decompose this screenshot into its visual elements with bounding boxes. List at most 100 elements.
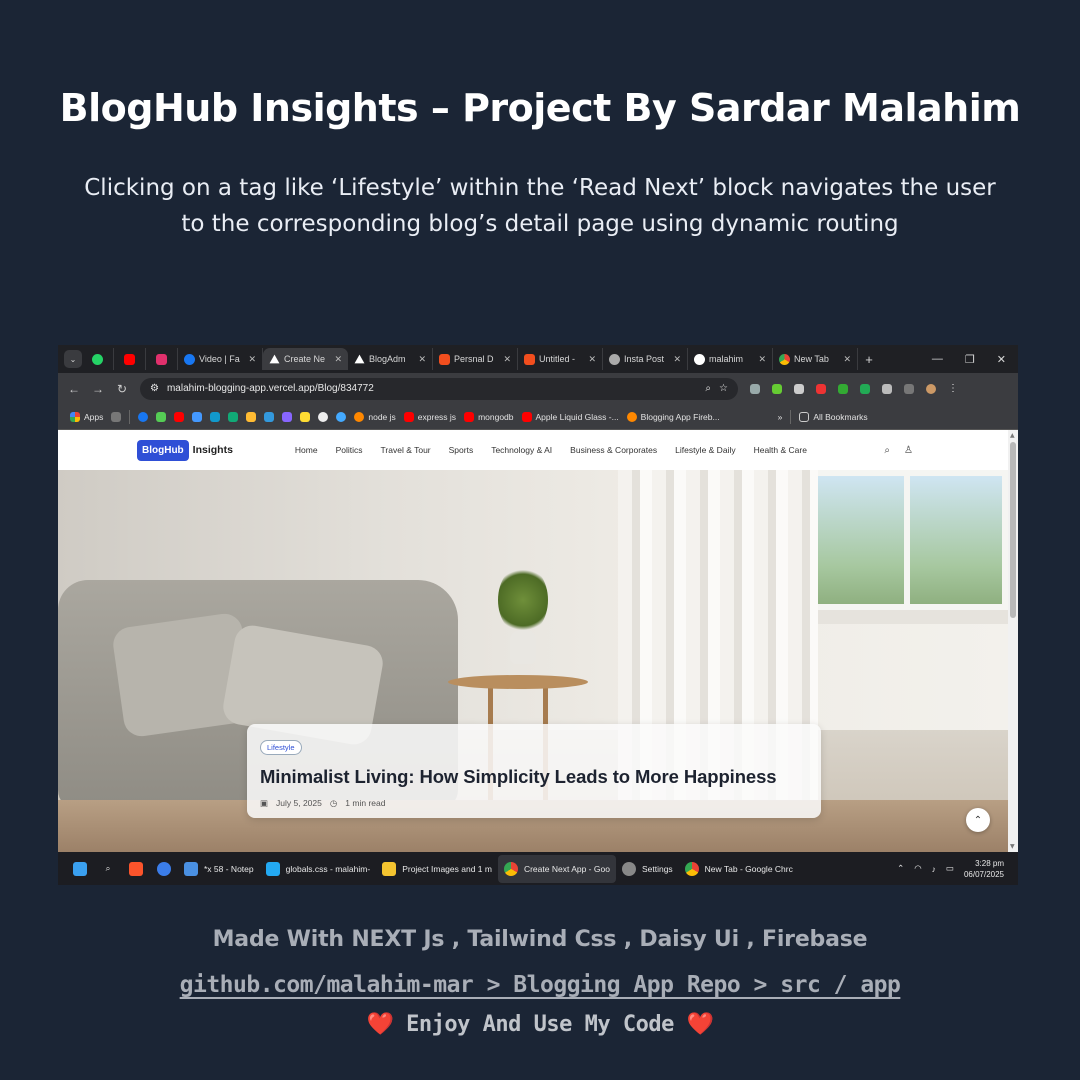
lifestyle-tag[interactable]: Lifestyle [260,740,302,755]
close-icon[interactable]: ✕ [843,354,851,365]
more-menu-icon[interactable]: ⋮ [948,383,958,394]
zoom-icon[interactable]: ⌕ [705,383,711,394]
close-icon[interactable]: ✕ [673,354,681,365]
bookmarks-overflow-icon[interactable]: » [778,412,783,422]
sheets-bookmark-icon[interactable] [228,411,239,422]
taskbar-item-active[interactable]: Create Next App - Goo [497,854,616,883]
whatsapp-icon [92,353,103,365]
meet-bookmark-icon[interactable] [264,411,275,422]
youtube-bookmark-icon[interactable] [174,411,185,422]
nav-technology[interactable]: Technology & AI [491,445,552,455]
bookmark-apps[interactable]: Apps [70,411,103,422]
drive-bookmark-icon[interactable] [192,411,203,422]
ublock-extension-icon[interactable] [816,383,826,394]
tab-new-tab[interactable]: New Tab ✕ [773,348,858,370]
minimize-icon[interactable]: — [932,353,943,366]
tab-instagram[interactable] [146,348,178,370]
nav-travel[interactable]: Travel & Tour [381,445,431,455]
reload-icon[interactable]: ↻ [110,382,134,396]
clock[interactable]: 3:28 pm 06/07/2025 [964,858,1004,880]
close-icon[interactable]: ✕ [758,354,766,365]
screenshot-extension-icon[interactable] [750,383,760,394]
volume-icon[interactable]: ♪ [932,864,936,874]
bookmark-item[interactable]: express js [403,411,456,422]
post-title[interactable]: Minimalist Living: How Simplicity Leads … [260,766,808,788]
close-icon[interactable]: ✕ [334,354,342,365]
bookmark-item[interactable]: Blogging App Fireb... [626,411,720,422]
bookmark-star-icon[interactable]: ☆ [719,383,728,394]
tab-insta-post[interactable]: Insta Post ✕ [603,348,688,370]
user-icon[interactable]: ♙ [904,445,913,456]
download-extension-icon[interactable] [838,383,848,394]
tab-whatsapp[interactable] [82,348,114,370]
restore-icon[interactable]: ❐ [965,353,975,366]
close-window-icon[interactable]: ✕ [997,353,1006,366]
taskbar-item[interactable]: Settings [616,855,679,883]
brave-icon[interactable] [122,855,150,883]
search-icon[interactable]: ⌕ [884,445,890,456]
circle-bookmark-icon[interactable] [336,411,347,422]
battery-icon[interactable]: ▭ [946,863,954,874]
hero-post-card[interactable]: Lifestyle Minimalist Living: How Simplic… [247,724,821,818]
profile-avatar-icon[interactable] [926,383,936,394]
tab-youtube[interactable] [114,348,146,370]
wave-bookmark-icon[interactable] [282,411,293,422]
cart-extension-icon[interactable] [772,383,782,394]
repo-path[interactable]: github.com/malahim-mar > Blogging App Re… [0,972,1080,998]
android-extension-icon[interactable] [860,383,870,394]
app-icon[interactable] [150,855,178,883]
new-tab-plus-icon[interactable]: + [858,352,880,367]
keep-bookmark-icon[interactable] [246,411,257,422]
taskbar-item[interactable]: New Tab - Google Chrc [679,855,799,883]
page-scrollbar[interactable]: ▲ ▼ [1008,430,1018,852]
taskbar-label: globals.css - malahim- [285,863,371,874]
close-icon[interactable]: ✕ [588,354,596,365]
tab-create-next-app[interactable]: Create Ne ✕ [263,348,348,370]
tab-video[interactable]: Video | Fa ✕ [178,348,263,370]
taskbar-item[interactable]: globals.css - malahim- [260,855,377,883]
address-bar[interactable]: ⚙ malahim-blogging-app.vercel.app/Blog/8… [140,377,738,400]
tab-untitled[interactable]: Untitled - ✕ [518,348,603,370]
nav-home[interactable]: Home [295,445,318,455]
nav-lifestyle[interactable]: Lifestyle & Daily [675,445,735,455]
bookmark-item[interactable]: Apple Liquid Glass -... [521,411,619,422]
forward-icon[interactable]: → [86,382,110,396]
facebook-bookmark-icon[interactable] [138,411,149,422]
tab-search-icon[interactable]: ⌄ [64,350,82,368]
formula-extension-icon[interactable] [794,383,804,394]
github-bookmark-icon[interactable] [318,411,329,422]
scroll-to-top-button[interactable]: ⌃ [966,808,990,832]
extensions-puzzle-icon[interactable] [882,383,892,394]
docs-bookmark-icon[interactable] [210,411,221,422]
nav-politics[interactable]: Politics [336,445,363,455]
nav-sports[interactable]: Sports [449,445,474,455]
back-icon[interactable]: ← [62,382,86,396]
taskbar-item[interactable]: Project Images and 1 m [376,855,498,883]
tab-persnal[interactable]: Persnal D ✕ [433,348,518,370]
enjoy-line: ❤️ Enjoy And Use My Code ❤️ [0,1012,1080,1037]
tab-label: New Tab [794,354,829,364]
bookmark-item[interactable]: mongodb [464,411,514,422]
start-button[interactable] [66,855,94,883]
tab-github[interactable]: malahim ✕ [688,348,773,370]
close-icon[interactable]: ✕ [503,354,511,365]
nav-business[interactable]: Business & Corporates [570,445,657,455]
shopify-bookmark-icon[interactable] [156,411,167,422]
repo-link[interactable]: github.com/malahim-mar > Blogging App Re… [180,972,901,998]
media-controls-icon[interactable] [904,383,914,394]
tab-blogadmin[interactable]: BlogAdm ✕ [348,348,433,370]
taskbar-search-icon[interactable]: ⌕ [94,855,122,883]
wifi-icon[interactable]: ◠ [914,863,921,874]
close-icon[interactable]: ✕ [418,354,426,365]
site-logo[interactable]: BlogHub Insights [137,439,233,461]
tray-chevron-icon[interactable]: ⌃ [897,863,904,874]
facebook-icon [184,353,195,365]
tab-groups-icon[interactable] [111,411,122,422]
bookmark-item[interactable]: node js [354,411,396,422]
close-icon[interactable]: ✕ [248,354,256,365]
taskbar-item[interactable]: *x 58 - Notep [178,855,260,883]
all-bookmarks[interactable]: All Bookmarks [799,411,868,422]
notes-bookmark-icon[interactable] [300,411,311,422]
nav-health[interactable]: Health & Care [754,445,807,455]
site-info-icon[interactable]: ⚙ [150,383,159,394]
